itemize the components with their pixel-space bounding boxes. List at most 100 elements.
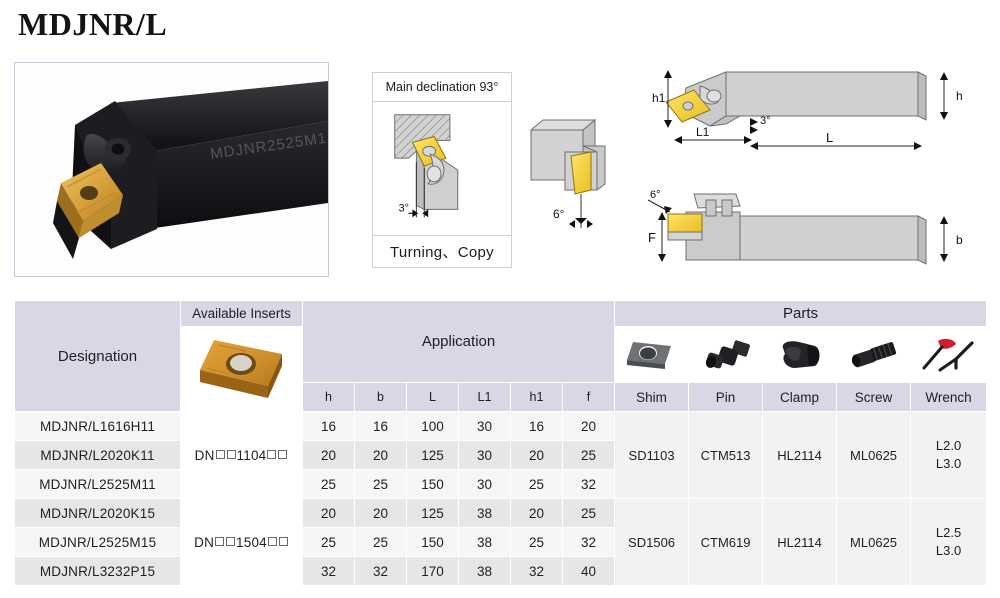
cell-wrench: L2.5 L3.0: [910, 498, 988, 586]
insert-placeholder-box: [215, 536, 225, 546]
cell-b: 20: [354, 440, 407, 470]
insert-photo-cell: [180, 326, 303, 412]
wrench-size-1: L2.0: [935, 438, 962, 454]
side-view-diagram: h1 L1 3° L h: [652, 70, 963, 150]
table-row: MDJNR/L2020K15 20 20 125 38 20 25 SD1506…: [14, 498, 988, 586]
insert-blank-bottom: [180, 556, 303, 586]
header-application: Application: [301, 299, 616, 384]
header-dim-h: h: [302, 382, 355, 412]
cell-L: 125: [406, 498, 459, 528]
cell-h1: 16: [510, 411, 563, 441]
cell-clamp: HL2114: [762, 498, 838, 586]
insert-placeholder-box: [267, 449, 277, 459]
table-header-row-1: Designation Available Inserts Applicatio…: [14, 299, 988, 412]
cell-designation: MDJNR/L2525M15: [14, 527, 181, 557]
cell-L: 150: [406, 469, 459, 499]
cell-wrench: L2.0 L3.0: [910, 411, 988, 499]
cell-b: 16: [354, 411, 407, 441]
cell-f: 25: [561, 440, 616, 470]
cell-L: 170: [406, 556, 459, 586]
insert-blank-top: [180, 498, 303, 528]
cell-L1: 38: [458, 556, 511, 586]
insert-prefix: DN: [194, 534, 215, 550]
cell-h1: 25: [510, 469, 563, 499]
wrench-icon: [922, 338, 974, 372]
cell-designation: MDJNR/L1616H11: [14, 411, 181, 441]
top-view-F-label: F: [648, 230, 656, 245]
cell-L: 100: [406, 411, 459, 441]
cell-available-insert: DN 1504: [180, 527, 303, 557]
cell-designation: MDJNR/L2525M11: [14, 469, 181, 499]
insert-placeholder-box: [215, 449, 225, 459]
cell-f: 20: [561, 411, 616, 441]
cell-h: 25: [302, 469, 355, 499]
insert-photo-icon: [199, 340, 282, 398]
pin-icon-cell: [688, 325, 764, 384]
header-designation: Designation: [14, 300, 181, 412]
cell-pin: CTM619: [688, 498, 764, 586]
cell-available-insert: DN 1104: [180, 440, 303, 470]
cell-designation: MDJNR/L2020K15: [14, 498, 181, 528]
cell-f: 32: [561, 527, 616, 557]
insert-placeholder-box: [278, 449, 288, 459]
declination-angle-label: 3°: [399, 202, 409, 214]
product-photo: MDJNR2525M1: [14, 62, 329, 277]
insert-placeholder-box: [226, 449, 236, 459]
screw-icon: [851, 341, 896, 367]
cell-h: 20: [302, 498, 355, 528]
wrench-icon-cell: [910, 325, 988, 384]
cell-f: 40: [561, 556, 616, 586]
cell-h1: 32: [510, 556, 563, 586]
cell-L1: 38: [458, 498, 511, 528]
pin-icon: [705, 339, 750, 368]
header-part-clamp: Clamp: [762, 382, 838, 412]
cell-screw: ML0625: [836, 411, 912, 499]
cell-L: 125: [406, 440, 459, 470]
clamp-icon: [782, 340, 820, 368]
cell-h1: 20: [510, 440, 563, 470]
screw-icon-cell: [836, 325, 912, 384]
header-parts: Parts: [614, 300, 988, 327]
side-view-h-label: h: [956, 89, 963, 103]
insert-code: 1104: [236, 447, 267, 463]
cell-shim: SD1506: [614, 498, 690, 586]
insert-placeholder-box: [267, 536, 277, 546]
cell-clamp: HL2114: [762, 411, 838, 499]
cell-L1: 38: [458, 527, 511, 557]
header-part-wrench: Wrench: [910, 382, 988, 412]
top-view-diagram: 6° F b: [648, 189, 963, 265]
wrench-size-2: L3.0: [935, 456, 962, 471]
top-view-b-label: b: [956, 233, 963, 247]
cell-h1: 25: [510, 527, 563, 557]
wrench-size-2: L3.0: [935, 543, 962, 558]
header-available-inserts: Available Inserts: [180, 300, 303, 327]
insert-code: 1504: [236, 534, 267, 550]
header-part-pin: Pin: [688, 382, 764, 412]
insert-prefix: DN: [194, 447, 215, 463]
cell-h: 16: [302, 411, 355, 441]
side-view-angle-label: 3°: [760, 115, 771, 127]
cell-pin: CTM513: [688, 411, 764, 499]
cell-b: 32: [354, 556, 407, 586]
cell-screw: ML0625: [836, 498, 912, 586]
header-dim-h1: h1: [510, 382, 563, 412]
declination-art: 3°: [394, 114, 459, 218]
insert-placeholder-box: [226, 536, 236, 546]
cell-L1: 30: [458, 411, 511, 441]
cell-designation: MDJNR/L2020K11: [14, 440, 181, 470]
cell-L: 150: [406, 527, 459, 557]
product-photo-art: MDJNR2525M1: [15, 63, 328, 276]
header-dim-L1: L1: [458, 382, 511, 412]
header-dim-f: f: [561, 382, 616, 412]
table-row: MDJNR/L1616H11 16 16 100 30 16 20 SD1103…: [14, 411, 988, 499]
cell-designation: MDJNR/L3232P15: [14, 556, 181, 586]
cell-shim: SD1103: [614, 411, 690, 499]
cell-h: 32: [302, 556, 355, 586]
header-part-shim: Shim: [614, 382, 690, 412]
side-view-L-label: L: [826, 130, 833, 145]
shim-icon: [626, 341, 671, 369]
wrench-size-1: L2.5: [935, 525, 962, 541]
end-view-diagram: 6°: [529, 118, 606, 228]
insert-blank-top: [180, 411, 303, 441]
cell-h: 20: [302, 440, 355, 470]
